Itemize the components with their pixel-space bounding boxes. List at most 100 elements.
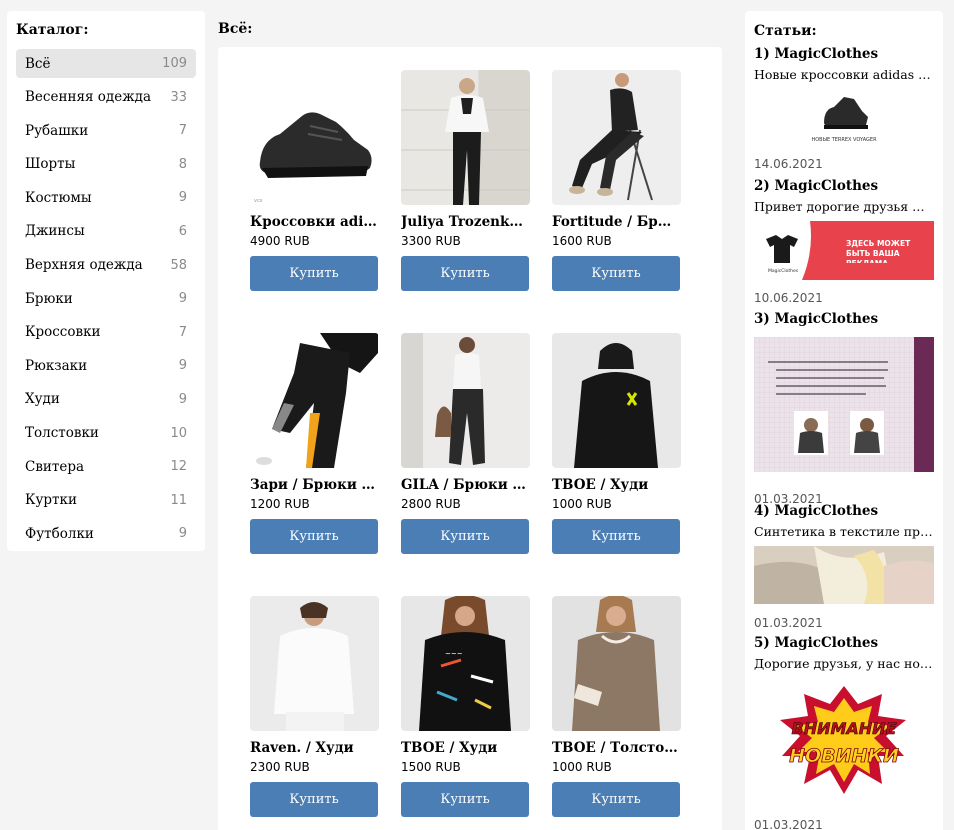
product-image-woman-chair[interactable] [552,70,681,205]
catalog-item-sneakers[interactable]: Кроссовки 7 [16,318,196,347]
product-card[interactable]: Зари / Брюки спортивные 1200 RUB Купить [250,333,379,554]
catalog-item-count: 10 [170,425,187,441]
catalog-item-trousers[interactable]: Брюки 9 [16,284,196,313]
catalog-item-label: Толстовки [25,425,99,442]
article-image-ad-banner[interactable]: MagicClothes ЗДЕСЬ МОЖЕТ БЫТЬ ВАША РЕКЛА… [754,221,934,280]
buy-button[interactable]: Купить [250,782,378,817]
buy-button[interactable]: Купить [250,256,378,291]
product-image-man-black-hoodie[interactable] [552,333,681,468]
article-date: 01.03.2021 [754,818,823,830]
buy-button[interactable]: Купить [250,519,378,554]
article-excerpt: Синтетика в текстиле применяется [754,524,934,539]
product-name[interactable]: TBOE / Толстовка [552,740,681,756]
catalog-item-label: Футболки [25,525,94,542]
article-item[interactable]: 5) MagicClothes Дорогие друзья, у нас но… [754,635,934,830]
article-item[interactable]: 4) MagicClothes Синтетика в текстиле при… [754,503,934,631]
product-image-woman-white-hoodie[interactable] [250,596,379,731]
article-excerpt: Дорогие друзья, у нас новые поступления [754,656,934,671]
article-image-sneaker[interactable]: НОВЫЕ TERREX VOYAGER [754,87,934,147]
catalog-item-jeans[interactable]: Джинсы 6 [16,217,196,246]
article-title[interactable]: 2) MagicClothes [754,178,934,194]
product-image-sneaker[interactable]: vcs [250,70,379,205]
product-price: 4900 RUB [250,234,310,248]
catalog-item-count: 58 [170,257,187,273]
product-image-track-pants[interactable] [250,333,379,468]
product-card[interactable]: Juliya Trozenko / Брюки 3300 RUB Купить [401,70,530,291]
catalog-title: Каталог: [16,22,89,38]
catalog-item-label: Весенняя одежда [25,89,151,106]
catalog-item-sweatshirts[interactable]: Толстовки 10 [16,419,196,448]
catalog-item-label: Шорты [25,156,76,173]
product-card[interactable]: Raven. / Худи 2300 RUB Купить [250,596,379,817]
product-card[interactable]: TBOE / Толстовка 1000 RUB Купить [552,596,681,817]
product-name[interactable]: GILA / Брюки джоггеры [401,477,530,493]
catalog-item-count: 33 [170,89,187,105]
product-grid: vcs Кроссовки adidas TERREX VOYAGER 4900… [218,47,722,830]
catalog-item-label: Джинсы [25,223,85,240]
catalog-item-backpacks[interactable]: Рюкзаки 9 [16,351,196,380]
catalog-item-suits[interactable]: Костюмы 9 [16,183,196,212]
article-item[interactable]: 3) MagicClothes 01.03.2021 [754,311,934,506]
product-name[interactable]: Зари / Брюки спортивные [250,477,379,493]
product-price: 1200 RUB [250,497,310,511]
catalog-item-label: Кроссовки [25,324,101,341]
article-title[interactable]: 3) MagicClothes [754,311,934,327]
product-name[interactable]: TBOE / Худи [401,740,530,756]
buy-button[interactable]: Купить [552,519,680,554]
buy-button[interactable]: Купить [401,256,529,291]
catalog-item-label: Куртки [25,492,77,509]
catalog-item-jackets[interactable]: Куртки 11 [16,486,196,515]
article-excerpt: Привет дорогие друзья Мы рады [754,199,934,214]
article-item[interactable]: 1) MagicClothes Новые кроссовки adidas T… [754,46,934,172]
product-name[interactable]: TBOE / Худи [552,477,681,493]
catalog-item-hoodies[interactable]: Худи 9 [16,385,196,414]
buy-button[interactable]: Купить [401,519,529,554]
catalog-item-count: 7 [178,123,187,139]
buy-button[interactable]: Купить [552,256,680,291]
product-card[interactable]: ~~~ TBOE / Худи 1500 RUB Купить [401,596,530,817]
catalog-item-count: 9 [178,526,187,542]
catalog-item-shirts[interactable]: Рубашки 7 [16,116,196,145]
product-card[interactable]: Fortitude / Брюки 1600 RUB Купить [552,70,681,291]
buy-button[interactable]: Купить [552,782,680,817]
product-card[interactable]: vcs Кроссовки adidas TERREX VOYAGER 4900… [250,70,379,291]
product-price: 3300 RUB [401,234,461,248]
catalog-item-label: Верхняя одежда [25,257,143,274]
article-title[interactable]: 4) MagicClothes [754,503,934,519]
product-image-woman-white-shirt[interactable] [401,70,530,205]
catalog-item-count: 6 [178,223,187,239]
catalog-item-label: Худи [25,391,60,408]
catalog-item-count: 12 [170,459,187,475]
article-date: 10.06.2021 [754,291,823,305]
article-image-caption: НОВЫЕ TERREX VOYAGER [811,137,877,143]
product-image-woman-leather-pants[interactable] [401,333,530,468]
catalog-item-all[interactable]: Всё 109 [16,49,196,78]
product-image-woman-print-hoodie[interactable]: ~~~ [401,596,530,731]
catalog-item-sweaters[interactable]: Свитера 12 [16,452,196,481]
catalog-item-count: 8 [178,156,187,172]
articles-panel: Статьи: 1) MagicClothes Новые кроссовки … [745,11,943,830]
catalog-item-label: Костюмы [25,189,92,206]
article-excerpt: Новые кроссовки adidas TERREX VOYAGER [754,67,934,82]
catalog-item-tshirts[interactable]: Футболки 9 [16,519,196,548]
product-name[interactable]: Raven. / Худи [250,740,379,756]
article-image-new-arrivals[interactable]: ВНИМАНИЕ НОВИНКИ [754,680,934,800]
article-image-caption: ВНИМАНИЕ [792,719,897,738]
article-title[interactable]: 5) MagicClothes [754,635,934,651]
product-image-woman-brown-sweatshirt[interactable] [552,596,681,731]
catalog-item-shorts[interactable]: Шорты 8 [16,150,196,179]
article-image-bedding[interactable] [754,546,934,604]
catalog-item-spring[interactable]: Весенняя одежда 33 [16,83,196,112]
product-name[interactable]: Fortitude / Брюки [552,214,681,230]
product-card[interactable]: TBOE / Худи 1000 RUB Купить [552,333,681,554]
product-name[interactable]: Кроссовки adidas TERREX VOYAGER [250,214,379,230]
product-price: 1000 RUB [552,760,612,774]
article-title[interactable]: 1) MagicClothes [754,46,934,62]
product-card[interactable]: GILA / Брюки джоггеры 2800 RUB Купить [401,333,530,554]
buy-button[interactable]: Купить [401,782,529,817]
product-price: 1500 RUB [401,760,461,774]
catalog-item-outerwear[interactable]: Верхняя одежда 58 [16,251,196,280]
article-image-scarves[interactable] [754,337,934,472]
article-item[interactable]: 2) MagicClothes Привет дорогие друзья Мы… [754,178,934,306]
product-name[interactable]: Juliya Trozenko / Брюки [401,214,530,230]
